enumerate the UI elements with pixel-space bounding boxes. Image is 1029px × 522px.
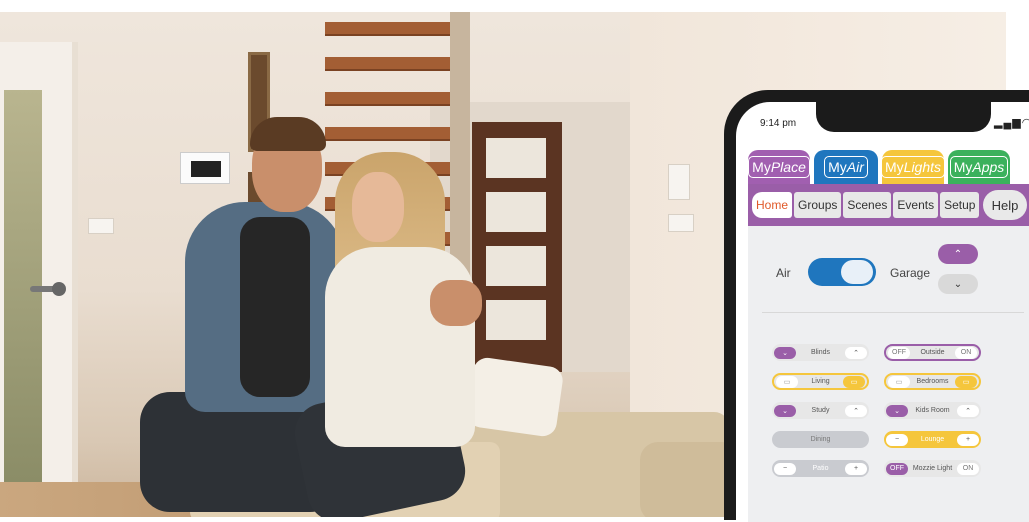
light-bright-icon: ▭ (962, 378, 970, 386)
status-time: 9:14 pm (760, 118, 797, 129)
light-switch (668, 164, 690, 200)
front-door (0, 42, 78, 492)
patio-minus-button[interactable]: − (774, 462, 796, 475)
lounge-control: − Lounge + (884, 431, 981, 448)
light-bright-icon: ▭ (850, 378, 858, 386)
chevron-up-icon: ⌃ (853, 349, 859, 357)
air-label: Air (776, 266, 791, 280)
patio-label: Patio (812, 465, 829, 472)
help-button[interactable]: Help (983, 190, 1027, 220)
tab-mylights[interactable]: My Lights (880, 150, 946, 184)
status-icons: ▂▄▆◠▮ (994, 116, 1029, 129)
garage-down-button[interactable]: ⌄ (938, 274, 978, 294)
signal-icon: ▂▄▆ (994, 117, 1022, 129)
light-switch (88, 218, 114, 234)
person-man (240, 217, 310, 397)
mozzie-light-control: OFF Mozzie Light ON (884, 460, 981, 477)
app-tabs: My Place My Air My Lights My Apps (748, 150, 1029, 184)
study-label: Study (811, 407, 830, 414)
chevron-down-icon: ⌄ (894, 407, 900, 415)
living-label: Living (811, 378, 830, 385)
dining-label: Dining (810, 436, 831, 443)
toggle-knob (841, 260, 873, 284)
chevron-down-icon: ⌄ (782, 349, 788, 357)
chevron-down-icon: ⌄ (953, 278, 963, 290)
study-down-button[interactable]: ⌄ (774, 404, 796, 417)
home-panel: Air Garage ⌃ ⌄ ⌄ Blinds ⌃ OFF Outside ON… (748, 226, 1029, 522)
light-dim-icon: ▭ (895, 378, 903, 386)
outside-off-button[interactable]: OFF (888, 346, 910, 359)
light-switch (668, 214, 694, 232)
tab-myapps[interactable]: My Apps (948, 150, 1010, 184)
tab-myair[interactable]: My Air (814, 150, 878, 184)
phone-notch (816, 102, 991, 132)
patio-control: − Patio + (772, 460, 869, 477)
kids-down-button[interactable]: ⌄ (886, 404, 908, 417)
wifi-icon: ◠ (1021, 117, 1029, 129)
patio-plus-button[interactable]: + (845, 462, 867, 475)
phone-mockup: 9:14 pm ▂▄▆◠▮ MyPlace MyAir MyLights MyA… (724, 90, 1029, 522)
nav-home[interactable]: Home (752, 192, 793, 218)
hall-door (472, 122, 562, 372)
air-toggle[interactable] (808, 258, 876, 286)
lounge-minus-button[interactable]: − (886, 433, 908, 446)
tab-myplace[interactable]: My Place (748, 150, 810, 184)
sub-navigation: Home Groups Scenes Events Setup Help (748, 184, 1029, 226)
garage-up-button[interactable]: ⌃ (938, 244, 978, 264)
blinds-control: ⌄ Blinds ⌃ (772, 344, 869, 361)
kids-label: Kids Room (915, 407, 950, 414)
person-woman (325, 247, 475, 447)
cushion (465, 356, 565, 438)
blinds-up-button[interactable]: ⌃ (845, 346, 867, 359)
app-screen: 9:14 pm ▂▄▆◠▮ MyPlace MyAir MyLights MyA… (736, 102, 1029, 522)
study-blind-control: ⌄ Study ⌃ (772, 402, 869, 419)
chevron-down-icon: ⌄ (782, 407, 788, 415)
lounge-label: Lounge (920, 436, 945, 443)
kids-room-control: ⌄ Kids Room ⌃ (884, 402, 981, 419)
outside-label: Outside (920, 349, 945, 356)
person-man-arm (430, 280, 482, 326)
kids-up-button[interactable]: ⌃ (957, 404, 979, 417)
wall-touchpanel (180, 152, 230, 184)
outside-on-button[interactable]: ON (955, 346, 977, 359)
study-up-button[interactable]: ⌃ (845, 404, 867, 417)
nav-setup[interactable]: Setup (940, 192, 980, 218)
light-dim-icon: ▭ (783, 378, 791, 386)
person-man (250, 117, 326, 151)
divider (762, 312, 1024, 313)
chevron-up-icon: ⌃ (953, 248, 963, 260)
dining-control[interactable]: Dining (772, 431, 869, 448)
person-woman (352, 172, 404, 242)
blinds-label: Blinds (810, 349, 831, 356)
bedrooms-dim-button[interactable]: ▭ (888, 375, 910, 388)
living-light-control: ▭ Living ▭ (772, 373, 869, 390)
nav-events[interactable]: Events (893, 192, 939, 218)
mozzie-off-button[interactable]: OFF (886, 462, 908, 475)
living-dim-button[interactable]: ▭ (776, 375, 798, 388)
mozzie-on-button[interactable]: ON (957, 462, 979, 475)
mozzie-label: Mozzie Light (912, 465, 953, 472)
garage-label: Garage (890, 266, 931, 280)
nav-scenes[interactable]: Scenes (843, 192, 892, 218)
chevron-up-icon: ⌃ (965, 407, 971, 415)
outside-light-control: OFF Outside ON (884, 344, 981, 361)
bedrooms-bright-button[interactable]: ▭ (955, 375, 977, 388)
blinds-down-button[interactable]: ⌄ (774, 346, 796, 359)
living-bright-button[interactable]: ▭ (843, 375, 865, 388)
bedrooms-label: Bedrooms (916, 378, 949, 385)
chevron-up-icon: ⌃ (853, 407, 859, 415)
bedrooms-light-control: ▭ Bedrooms ▭ (884, 373, 981, 390)
nav-groups[interactable]: Groups (794, 192, 842, 218)
lounge-plus-button[interactable]: + (957, 433, 979, 446)
